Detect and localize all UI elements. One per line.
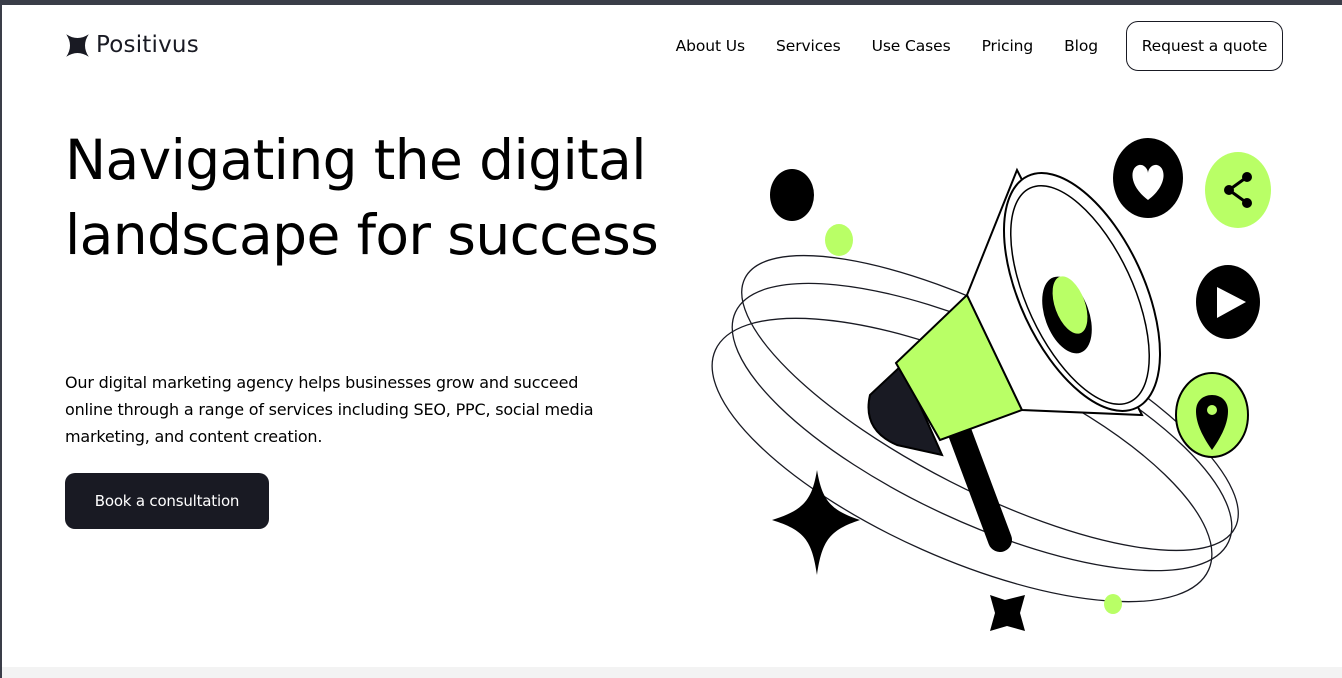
brand-name: Positivus (96, 32, 199, 58)
small-star-icon (990, 595, 1025, 631)
landing-page: Positivus About Us Services Use Cases Pr… (2, 5, 1342, 678)
nav-link-blog[interactable]: Blog (1064, 37, 1098, 55)
nav-link-about-us[interactable]: About Us (676, 37, 745, 55)
sparkle-star-logo-icon (66, 33, 89, 57)
share-icon (1205, 152, 1271, 228)
hero-title: Navigating the digital landscape for suc… (65, 128, 659, 267)
nav-link-services[interactable]: Services (776, 37, 841, 55)
book-consultation-button[interactable]: Book a consultation (65, 473, 269, 529)
nav-link-pricing[interactable]: Pricing (982, 37, 1034, 55)
location-pin-icon (1175, 372, 1249, 458)
next-section-edge (2, 667, 1342, 678)
request-quote-button[interactable]: Request a quote (1126, 21, 1283, 71)
nav-link-use-cases[interactable]: Use Cases (872, 37, 951, 55)
hero-description: Our digital marketing agency helps busin… (65, 373, 594, 446)
dot-icon (770, 169, 814, 221)
dot-icon (825, 224, 853, 256)
megaphone-illustration (711, 138, 1271, 631)
main-nav: About Us Services Use Cases Pricing Blog… (676, 21, 1283, 71)
heart-icon (1113, 138, 1183, 218)
brand-logo[interactable]: Positivus (65, 32, 199, 58)
four-point-star-icon (772, 470, 860, 575)
dot-icon (1104, 594, 1122, 614)
play-icon (1196, 265, 1260, 339)
